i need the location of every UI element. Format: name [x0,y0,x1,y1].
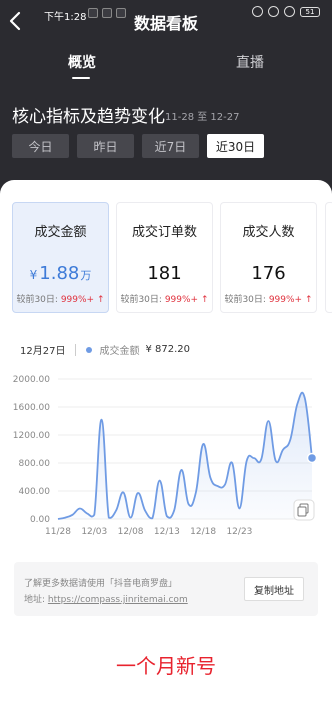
y-tick-label: 1200.00 [13,431,50,441]
chart-selected-date: 12月27日 [20,346,66,357]
range-yesterday-button[interactable]: 昨日 [77,134,134,158]
kpi-value: ¥1.88万 [13,263,108,284]
kpi-card-buyers[interactable]: 成交人数 176 较前30日: 999%+ ↑ [220,202,317,313]
kpi-card-orders[interactable]: 成交订单数 181 较前30日: 999%+ ↑ [116,202,213,313]
page-title: 数据看板 [133,14,198,33]
kpi-number: 1.88 [39,263,80,284]
kpi-compare-label: 较前30日: [224,295,266,305]
y-tick-label: 0.00 [30,515,50,525]
arrow-up-icon: ↑ [304,295,313,305]
kpi-card-next-peek[interactable] [325,202,332,313]
copy-address-button[interactable]: 复制地址 [244,577,304,601]
date-range-selector: 今日 昨日 近7日 近30日 [12,134,264,158]
x-tick-label: 12/23 [226,527,252,537]
kpi-card-gmv[interactable]: 成交金额 ¥1.88万 较前30日: 999%+ ↑ [12,202,109,313]
kpi-unit: 万 [80,269,92,282]
kpi-value: 181 [117,263,212,284]
x-tick-label: 12/18 [190,527,216,537]
kpi-compare: 较前30日: 999%+ ↑ [117,292,212,305]
trend-chart[interactable]: 2000.00 1600.00 1200.00 800.00 400.00 0.00 11… [0,360,332,540]
highlight-point[interactable] [306,452,318,464]
kpi-label: 成交金额 [34,225,87,240]
kpi-compare: 较前30日: 999%+ ↑ [221,292,316,305]
address-link[interactable]: https://compass.jinritemai.com [48,595,188,605]
kpi-compare: 较前30日: 999%+ ↑ [13,292,108,305]
arrow-up-icon: ↑ [200,295,209,305]
legend-dot-icon [86,346,93,353]
chart-tooltip-header: 12月27日 成交金额 ¥ 872.20 [20,342,190,357]
info-box: 了解更多数据请使用「抖音电商罗盘」 地址: https://compass.ji… [14,562,318,616]
kpi-currency: ¥ [29,268,38,282]
tab-live[interactable]: 直播 [236,52,264,72]
y-tick-label: 800.00 [19,459,51,469]
chart-selected-value: ¥ 872.20 [145,344,190,355]
range-today-button[interactable]: 今日 [12,134,69,158]
active-tab-indicator [72,77,90,79]
kpi-compare-value: 999%+ [268,295,303,305]
y-tick-label: 2000.00 [13,375,50,385]
kpi-compare-label: 较前30日: [120,295,162,305]
range-30days-button[interactable]: 近30日 [207,134,264,158]
chart-series-name: 成交金额 [99,346,140,357]
arrow-up-icon: ↑ [96,295,105,305]
divider [75,343,77,356]
content-panel: 成交金额 ¥1.88万 较前30日: 999%+ ↑ 成交订单数 181 较前3… [0,180,332,705]
x-tick-label: 12/13 [154,527,180,537]
kpi-value: 176 [221,263,316,284]
section-date-range: 11-28 至 12-27 [165,112,240,123]
x-tick-label: 11/28 [45,527,71,537]
kpi-compare-value: 999%+ [60,295,95,305]
kpi-cards: 成交金额 ¥1.88万 较前30日: 999%+ ↑ 成交订单数 181 较前3… [12,202,317,313]
address-label: 地址: [24,595,46,605]
kpi-label: 成交人数 [242,225,295,240]
tab-bar: 概览 直播 [0,50,332,82]
overlay-caption: 一个月新号 [116,654,216,678]
kpi-compare-value: 999%+ [164,295,199,305]
x-tick-label: 12/03 [81,527,107,537]
kpi-number: 176 [251,263,286,284]
copy-icon[interactable] [293,499,315,521]
kpi-compare-label: 较前30日: [16,295,58,305]
info-address: 地址: https://compass.jinritemai.com [24,592,188,605]
x-tick-label: 12/08 [118,527,144,537]
tab-overview[interactable]: 概览 [68,52,96,72]
y-tick-label: 400.00 [19,487,51,497]
section-title: 核心指标及趋势变化 [12,107,165,127]
range-7days-button[interactable]: 近7日 [142,134,199,158]
y-tick-label: 1600.00 [13,403,50,413]
kpi-number: 181 [147,263,182,284]
kpi-label: 成交订单数 [131,225,197,240]
info-text: 了解更多数据请使用「抖音电商罗盘」 [24,579,178,589]
